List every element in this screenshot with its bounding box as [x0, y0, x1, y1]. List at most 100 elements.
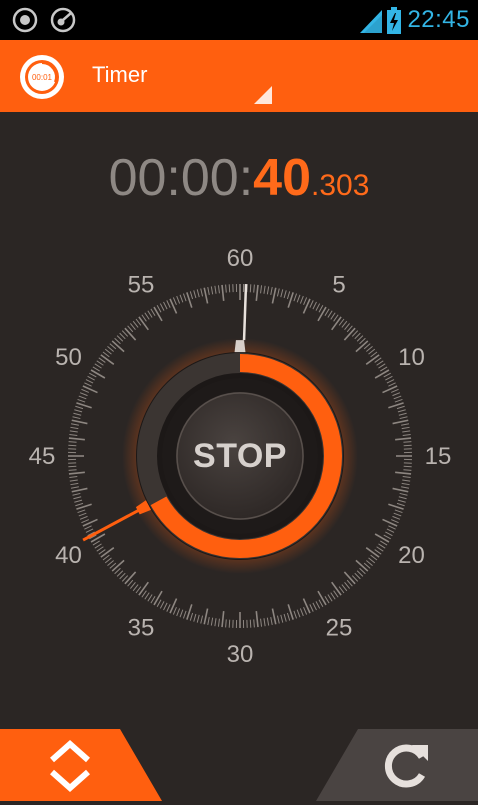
dial-tick: [78, 399, 86, 402]
dial-tick: [342, 585, 347, 591]
dial-tick: [71, 487, 79, 488]
dial-tick: [130, 582, 135, 588]
dial-tick: [401, 424, 409, 425]
dial-tick: [380, 541, 387, 545]
dial-tick: [331, 313, 335, 320]
dial-tick: [328, 311, 332, 318]
dial-tick: [99, 550, 106, 555]
dial-tick: [105, 558, 111, 563]
dial-tick: [377, 361, 384, 365]
dial-tick: [385, 376, 392, 380]
dial-tick: [319, 600, 323, 607]
dial-tick: [145, 593, 149, 600]
dial-tick: [357, 571, 363, 577]
dial-tick: [387, 380, 394, 384]
dial-tick: [395, 510, 403, 513]
dial-tick: [157, 305, 161, 312]
dial-tick: [400, 417, 408, 419]
dial-tick: [222, 285, 224, 301]
top-marker: [235, 340, 246, 352]
dial-tick: [72, 488, 88, 491]
dial-number: 50: [55, 344, 82, 371]
dial-tick: [366, 548, 379, 557]
dial-number: 25: [326, 614, 353, 641]
dial-tick: [117, 336, 123, 342]
dial-tick: [388, 383, 395, 386]
dial-tick: [229, 620, 230, 628]
dial-tick: [401, 487, 409, 488]
dial-tick: [83, 386, 98, 393]
dial-tick: [73, 413, 81, 415]
dial-tick: [105, 349, 111, 354]
dial-tick: [261, 285, 262, 293]
dial-tick: [154, 591, 162, 605]
reset-button[interactable]: [316, 729, 478, 801]
dial-tick: [383, 519, 398, 526]
dial-tick: [325, 596, 329, 603]
dial-tick: [250, 620, 251, 628]
dial-tick: [264, 618, 265, 626]
dial-tick: [197, 615, 199, 623]
dial-tick: [303, 299, 310, 314]
dial-tick: [310, 300, 313, 307]
dial-tick: [86, 380, 93, 384]
dial-tick: [287, 613, 289, 621]
dial-tick: [304, 607, 307, 614]
dial-tick: [73, 493, 81, 495]
dial-tick: [303, 599, 310, 614]
dial-tick: [256, 611, 258, 627]
dial-tick: [183, 611, 186, 619]
dial-tick: [394, 396, 401, 399]
dial-tick: [399, 413, 407, 415]
dial-tick: [281, 289, 283, 297]
dial-tick: [380, 367, 387, 371]
dial-tick: [402, 483, 410, 484]
dial-tick: [355, 573, 361, 579]
dial-tick: [101, 355, 114, 364]
dial-tick: [68, 466, 76, 467]
dial-number: 15: [425, 443, 452, 470]
stop-button[interactable]: STOP: [176, 392, 304, 520]
dial-tick: [281, 615, 283, 623]
dial-tick: [151, 309, 155, 316]
dial-number: 10: [398, 344, 425, 371]
dial-tick: [145, 313, 149, 320]
dial-tick: [344, 328, 355, 340]
expand-toggle-button[interactable]: [0, 729, 162, 801]
dial-tick: [69, 472, 85, 474]
dial-tick: [151, 596, 155, 603]
dial-tick: [397, 503, 405, 505]
dial-tick: [297, 295, 300, 302]
dial-tick: [170, 599, 177, 614]
dial-tick: [170, 299, 177, 314]
dial-tick: [384, 535, 391, 539]
dial-tick: [287, 291, 289, 299]
dial-tick: [211, 286, 212, 294]
dial-tick: [68, 445, 76, 446]
dial-tick: [385, 532, 392, 536]
dial-tick: [164, 603, 168, 610]
dial-tick: [300, 296, 303, 303]
dial-tick: [180, 295, 183, 302]
dial-tick: [357, 336, 363, 342]
dial-tick: [154, 307, 162, 321]
dial-tick: [366, 561, 372, 566]
dial-tick: [284, 614, 286, 622]
dial-tick: [148, 311, 152, 318]
dial-tick: [142, 315, 147, 322]
dial-tick: [95, 364, 102, 368]
dial-tick: [284, 290, 286, 298]
dial-tick: [89, 373, 96, 377]
dial-tick: [328, 594, 332, 601]
dial-tick: [377, 547, 384, 551]
dial-tick: [95, 544, 102, 548]
dial-tick: [148, 594, 152, 601]
second-hand: [244, 284, 246, 340]
dial-tick: [316, 304, 320, 311]
dial-tick: [267, 286, 268, 294]
stop-button-label: STOP: [176, 392, 304, 520]
dial-tick: [271, 617, 272, 625]
dial-tick: [136, 319, 141, 325]
dial-tick: [160, 304, 164, 311]
dial-tick: [84, 383, 91, 386]
